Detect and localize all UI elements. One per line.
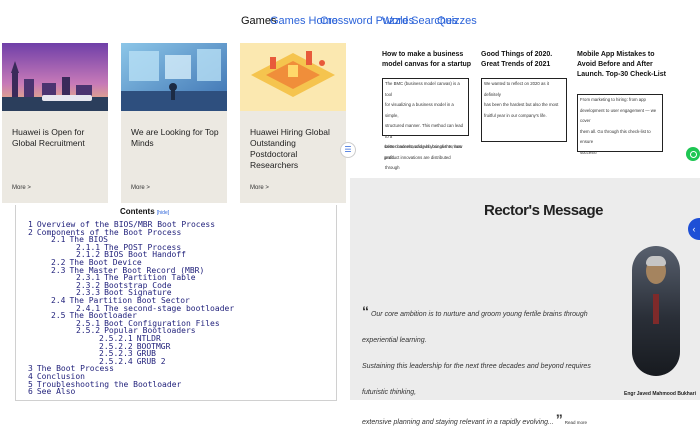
excerpt-line: development to user engagement — we cove…: [580, 107, 657, 124]
article-title[interactable]: Good Things of 2020. Great Trends of 202…: [481, 50, 571, 70]
rector-heading: Rector's Message: [484, 202, 603, 219]
quote-line: Our core ambition is to nurture and groo…: [362, 311, 588, 344]
card-more-link[interactable]: More >: [131, 185, 150, 191]
article-mobile-app-mistakes[interactable]: Mobile App Mistakes to Avoid Before and …: [577, 50, 667, 155]
toc-item-number: 2.5.2: [76, 326, 101, 336]
quote-line: Sustaining this leadership for the next …: [362, 363, 591, 396]
excerpt-line: profit.: [384, 154, 395, 160]
news-card[interactable]: Huawei Hiring Global Outstanding Postdoc…: [240, 43, 346, 203]
table-of-contents: Contents [hide] 1 Overview of the BIOS/MB…: [15, 205, 337, 401]
top-nav: Games Games Home Crossword Puzzles Word …: [0, 0, 700, 40]
article-title[interactable]: How to make a business model canvas for …: [382, 50, 482, 70]
article-excerpt: The BMC (business model canvas) is a too…: [382, 78, 469, 170]
excerpt-line: The BMC (business model canvas) is a too…: [385, 81, 460, 97]
article-excerpt: From marketing to hiring: from app devel…: [577, 94, 663, 155]
open-quote-icon: “: [362, 303, 369, 319]
excerpt-line: fruitful year in our company's life.: [484, 112, 547, 118]
rector-message-section: Rector's Message “ Our core ambition is …: [350, 178, 700, 427]
toc-item-number: 2.1: [51, 235, 66, 245]
news-card[interactable]: Huawei is Open for Global Recruitment Mo…: [2, 43, 108, 203]
excerpt-line: success!: [580, 149, 597, 155]
rector-name-caption: Engr Javed Mahmood Bukhari: [624, 391, 696, 397]
article-business-model-canvas[interactable]: How to make a business model canvas for …: [382, 50, 482, 170]
nav-quizzes[interactable]: Quizzes: [437, 15, 477, 27]
news-card[interactable]: We are Looking for Top Minds More >: [121, 43, 227, 203]
card-more-link[interactable]: More >: [250, 185, 269, 191]
excerpt-line: for visualizing a business model in a si…: [385, 102, 454, 118]
toc-item-number: 2.4: [51, 296, 66, 305]
article-excerpt-continued: sales channels, and who brings the most …: [384, 142, 462, 163]
card-title[interactable]: We are Looking for Top Minds: [131, 127, 223, 149]
read-more-link[interactable]: Read more: [565, 420, 587, 425]
chat-icon[interactable]: ☰: [340, 142, 356, 158]
toc-heading: Contents [hide]: [120, 207, 169, 216]
toc-item[interactable]: 6 See Also: [28, 388, 75, 396]
chevron-left-icon[interactable]: ‹: [688, 218, 700, 240]
article-excerpt: We wanted to reflect on 2020 as it defin…: [481, 78, 567, 142]
toc-hide-link[interactable]: [hide]: [157, 210, 169, 216]
toc-title: Contents: [120, 207, 155, 216]
quote-line: extensive planning and staying relevant …: [362, 419, 554, 426]
toc-item-number: 2: [28, 227, 33, 237]
excerpt-line: sales channels, and who brings the most: [384, 144, 462, 149]
card-image-city: [2, 43, 108, 111]
excerpt-line: has been the hardest but also the most: [484, 102, 559, 107]
excerpt-line: structured manner. This method can lead …: [385, 123, 464, 139]
rector-photo: [632, 246, 680, 376]
toc-item-number: 2.3: [51, 265, 66, 275]
close-quote-icon: ”: [555, 411, 563, 427]
chat-bubble-icon[interactable]: [686, 147, 700, 161]
excerpt-line: We wanted to reflect on 2020 as it defin…: [484, 81, 549, 97]
article-good-things-2020[interactable]: Good Things of 2020. Great Trends of 202…: [481, 50, 571, 142]
article-title[interactable]: Mobile App Mistakes to Avoid Before and …: [577, 50, 667, 80]
card-image-isometric: [240, 43, 346, 111]
excerpt-line: From marketing to hiring: from app: [580, 97, 646, 102]
rector-quote: “ Our core ambition is to nurture and gr…: [362, 298, 612, 436]
card-more-link[interactable]: More >: [12, 185, 31, 191]
card-title[interactable]: Huawei is Open for Global Recruitment: [12, 127, 104, 149]
excerpt-line: them all. Go through this check-list to …: [580, 128, 651, 145]
toc-item-number: 2.5: [51, 311, 66, 321]
toc-item-number: 6: [28, 387, 33, 397]
card-image-office: [121, 43, 227, 111]
toc-item-label[interactable]: GRUB 2: [137, 357, 166, 366]
toc-item-label[interactable]: See Also: [37, 387, 76, 396]
card-title[interactable]: Huawei Hiring Global Outstanding Postdoc…: [250, 127, 342, 171]
